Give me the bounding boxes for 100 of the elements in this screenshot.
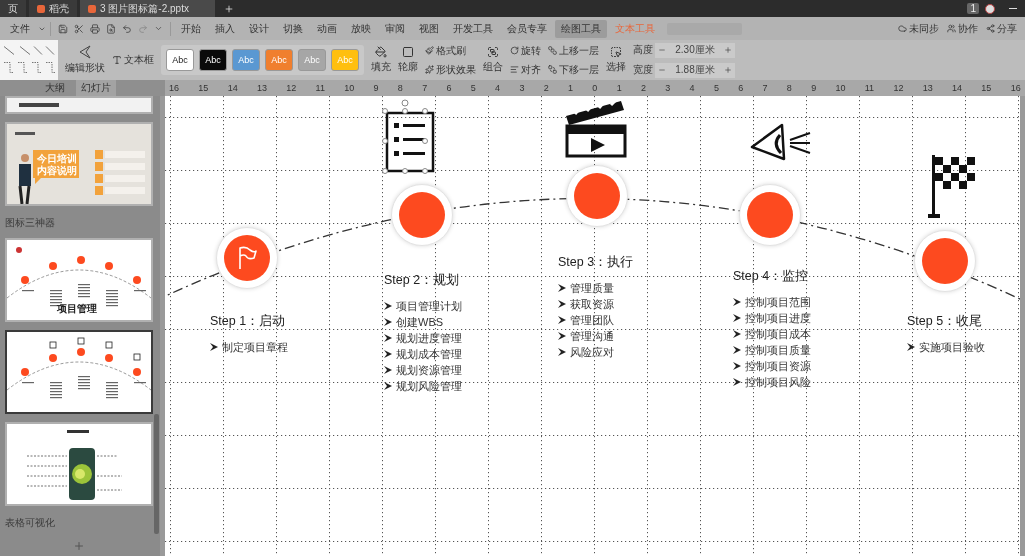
app-logo-icon — [88, 4, 96, 13]
avatar[interactable] — [985, 3, 995, 14]
shape-effects-button[interactable]: 形状效果 — [436, 62, 476, 77]
preview-icon[interactable] — [106, 23, 116, 34]
outline-icon — [402, 46, 414, 58]
caret-icon[interactable] — [154, 24, 163, 33]
step-task: 创建WBS — [396, 315, 444, 329]
plus-icon[interactable] — [724, 66, 732, 74]
bullet-arrow-icon — [210, 343, 218, 351]
menu-tab[interactable]: 审阅 — [379, 19, 411, 38]
step-title: Step 2：规划 — [384, 272, 461, 289]
add-slide-icon[interactable] — [73, 540, 85, 552]
thumbnail-title: 今日培训 — [37, 152, 77, 165]
bring-forward-button[interactable]: 上移一层 — [559, 43, 599, 58]
step-task: 实施项目验收 — [919, 340, 985, 354]
width-label: 宽度 — [633, 63, 653, 77]
step-task: 管理质量 — [570, 281, 614, 295]
step-title: Step 1：启动 — [210, 313, 287, 330]
step-task: 规划资源管理 — [396, 363, 462, 377]
step-title: Step 5：收尾 — [907, 313, 984, 330]
clapperboard-icon — [563, 98, 629, 158]
format-painter-button[interactable]: 格式刷 — [436, 43, 466, 58]
select-icon — [610, 46, 622, 58]
menu-tab[interactable]: 会员专享 — [501, 19, 553, 38]
step-task: 规划进度管理 — [396, 331, 462, 345]
shape-style-swatch[interactable]: Abc — [199, 49, 227, 71]
step-title: Step 3：执行 — [558, 254, 634, 271]
collaborate-button[interactable]: 协作 — [958, 21, 978, 36]
ruler: 16 15 14 13 12 11 10 9 8 7 6 5 4 3 2 1 0 1 2 3 4 5 6 7 8 9 10 11 12 13 14 15 16 — [165, 80, 1025, 96]
minus-icon[interactable] — [658, 66, 666, 74]
cloud-icon — [898, 24, 907, 33]
step-task: 控制项目质量 — [745, 343, 811, 357]
step-title: Step 4：监控 — [733, 268, 810, 285]
rotate-button[interactable]: 旋转 — [521, 43, 541, 58]
print-icon[interactable] — [90, 23, 100, 34]
step-task: 控制项目进度 — [745, 311, 811, 325]
align-button[interactable]: 对齐 — [521, 62, 541, 77]
file-menu[interactable]: 文件 — [4, 19, 36, 38]
step-task: 控制项目范围 — [745, 295, 811, 309]
step-task: 管理沟通 — [570, 329, 614, 343]
shape-gallery-drawing[interactable] — [0, 40, 58, 80]
panel-tab[interactable]: 大纲 — [40, 80, 70, 96]
checkered-flag-icon — [928, 153, 976, 219]
undo-icon[interactable] — [122, 23, 132, 34]
document-tab[interactable]: 页 — [0, 0, 26, 17]
scrollbar-thumb[interactable] — [154, 414, 159, 534]
document-tab[interactable]: 3 图片图标篇-2.pptx — [80, 0, 215, 17]
shape-effects-icon — [425, 65, 434, 74]
menu-tab[interactable]: 开始 — [175, 19, 207, 38]
thumbnail-title: 项目管理 — [57, 302, 97, 316]
shape-style-swatch[interactable]: Abc — [166, 49, 194, 71]
edit-shape-button[interactable]: 编辑形状 — [65, 61, 105, 75]
collaborate-icon — [947, 24, 956, 33]
height-field[interactable]: 2.30厘米 — [655, 42, 735, 58]
rotate-icon — [510, 46, 519, 55]
step-task: 规划成本管理 — [396, 347, 462, 361]
app-logo-icon — [37, 4, 45, 13]
width-field[interactable]: 1.88厘米 — [655, 62, 735, 78]
new-tab-icon[interactable] — [224, 3, 234, 14]
menu-tab[interactable]: 切换 — [277, 19, 309, 38]
share-icon — [986, 24, 995, 33]
align-icon — [510, 65, 519, 74]
document-tab[interactable]: 稻壳 — [29, 0, 77, 17]
height-label: 高度 — [633, 43, 653, 57]
sync-status[interactable]: 未同步 — [909, 21, 939, 36]
step-task: 风险应对 — [570, 345, 614, 359]
menu-tab[interactable]: 动画 — [311, 19, 343, 38]
format-painter-icon — [425, 46, 434, 55]
step-task: 制定项目章程 — [222, 340, 288, 354]
section-label[interactable]: 表格可视化 — [5, 516, 153, 530]
step-task: 控制项目风险 — [745, 375, 811, 389]
outline-button[interactable]: 轮廓 — [398, 60, 418, 74]
panel-tab[interactable]: 幻灯片 — [76, 80, 116, 96]
fill-icon — [375, 46, 387, 58]
plus-icon[interactable] — [724, 46, 732, 54]
text-box-button[interactable]: 文本框 — [124, 53, 154, 67]
minus-icon[interactable] — [658, 46, 666, 54]
share-button[interactable]: 分享 — [997, 21, 1017, 36]
menu-tab[interactable]: 视图 — [413, 19, 445, 38]
text-box-icon — [112, 55, 122, 65]
menu-tab[interactable]: 放映 — [345, 19, 377, 38]
fill-button[interactable]: 填充 — [371, 60, 391, 74]
step-task: 规划风险管理 — [396, 379, 462, 393]
menu-tab[interactable]: 绘图工具 — [555, 19, 607, 38]
group-button[interactable]: 组合 — [483, 60, 503, 74]
menu-tab[interactable]: 开发工具 — [447, 19, 499, 38]
bullet-arrow-icon — [907, 343, 915, 351]
flag-icon — [236, 246, 258, 270]
list-icon — [385, 111, 435, 173]
menu-tab[interactable]: 插入 — [209, 19, 241, 38]
menu-tab[interactable]: 设计 — [243, 19, 275, 38]
eye-icon — [750, 123, 812, 161]
thumbnail-title: 内容说明 — [37, 164, 77, 178]
slide-thumbnail[interactable]: 项目管理 — [5, 238, 153, 322]
select-button[interactable]: 选择 — [606, 60, 626, 74]
send-backward-button[interactable]: 下移一层 — [559, 62, 599, 77]
group-icon — [487, 46, 499, 58]
section-label[interactable]: 图标三神器 — [5, 216, 153, 230]
step-task: 控制项目资源 — [745, 359, 811, 373]
save-icon[interactable] — [58, 23, 68, 34]
